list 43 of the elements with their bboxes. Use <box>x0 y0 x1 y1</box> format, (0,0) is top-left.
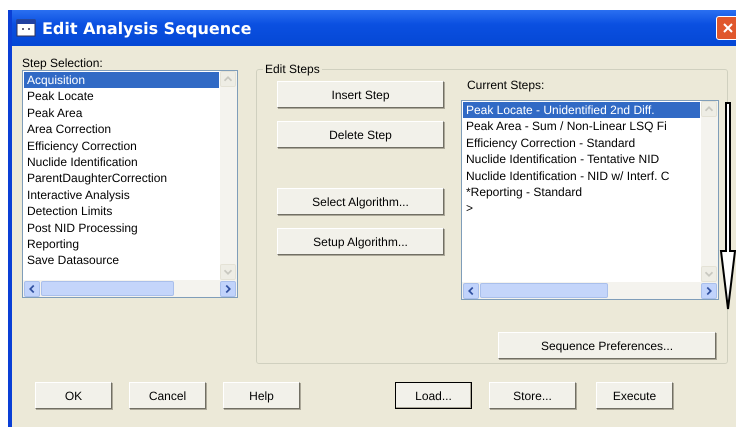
dialog-button[interactable]: Execute <box>596 382 673 409</box>
list-item[interactable]: Reporting <box>24 236 219 252</box>
vertical-scrollbar[interactable] <box>701 101 718 282</box>
list-item[interactable]: Peak Area <box>24 104 219 122</box>
list-item[interactable]: Efficiency Correction - Standard <box>463 134 700 152</box>
list-item[interactable]: Interactive Analysis <box>24 186 219 204</box>
list-item[interactable]: Peak Locate - Unidentified 2nd Diff. <box>463 102 700 118</box>
group-title: Edit Steps <box>264 62 321 76</box>
list-item[interactable]: Efficiency Correction <box>24 138 219 154</box>
dialog-button[interactable]: Store... <box>489 382 576 409</box>
dialog-button[interactable]: Load... <box>395 382 472 409</box>
vertical-scrollbar[interactable] <box>220 71 237 280</box>
action-button[interactable]: Select Algorithm... <box>277 188 444 215</box>
list-item[interactable]: Peak Area - Sum / Non-Linear LSQ Fi <box>463 118 700 135</box>
list-item[interactable]: Post NID Processing <box>24 220 219 236</box>
list-item[interactable]: Nuclide Identification - NID w/ Interf. C <box>463 168 700 184</box>
list-box[interactable] <box>22 70 238 298</box>
list-item[interactable]: Acquisition <box>24 72 219 88</box>
action-button[interactable]: Setup Algorithm... <box>277 228 444 255</box>
action-button[interactable]: Insert Step <box>277 81 444 108</box>
list-item[interactable]: Save Datasource <box>24 252 219 269</box>
dialog-button[interactable]: Help <box>223 382 300 409</box>
list-item[interactable]: > <box>463 200 700 217</box>
list-item[interactable]: *Reporting - Standard <box>463 184 700 200</box>
list-item[interactable]: Nuclide Identification - Tentative NID <box>463 151 700 168</box>
list-item[interactable]: Detection Limits <box>24 203 219 220</box>
action-button[interactable]: Delete Step <box>277 121 444 148</box>
list-item[interactable]: Peak Locate <box>24 88 219 105</box>
list-item[interactable]: Nuclide Identification <box>24 154 219 170</box>
horizontal-scrollbar[interactable] <box>23 280 237 297</box>
close-icon <box>722 22 734 34</box>
list-item[interactable]: ParentDaughterCorrection <box>24 170 219 187</box>
window-title: Edit Analysis Sequence <box>42 18 252 38</box>
dialog-button[interactable]: Cancel <box>129 382 206 409</box>
horizontal-scrollbar[interactable] <box>462 282 718 299</box>
current-steps-label: Current Steps: <box>467 78 546 92</box>
sequence-preferences-button[interactable]: Sequence Preferences... <box>498 332 716 359</box>
step-selection-label: Step Selection: <box>22 56 104 70</box>
app-icon <box>16 19 36 37</box>
list-box[interactable] <box>461 100 719 300</box>
list-item[interactable]: Area Correction <box>24 121 219 138</box>
dialog-button[interactable]: OK <box>35 382 112 409</box>
close-button[interactable] <box>716 16 736 40</box>
